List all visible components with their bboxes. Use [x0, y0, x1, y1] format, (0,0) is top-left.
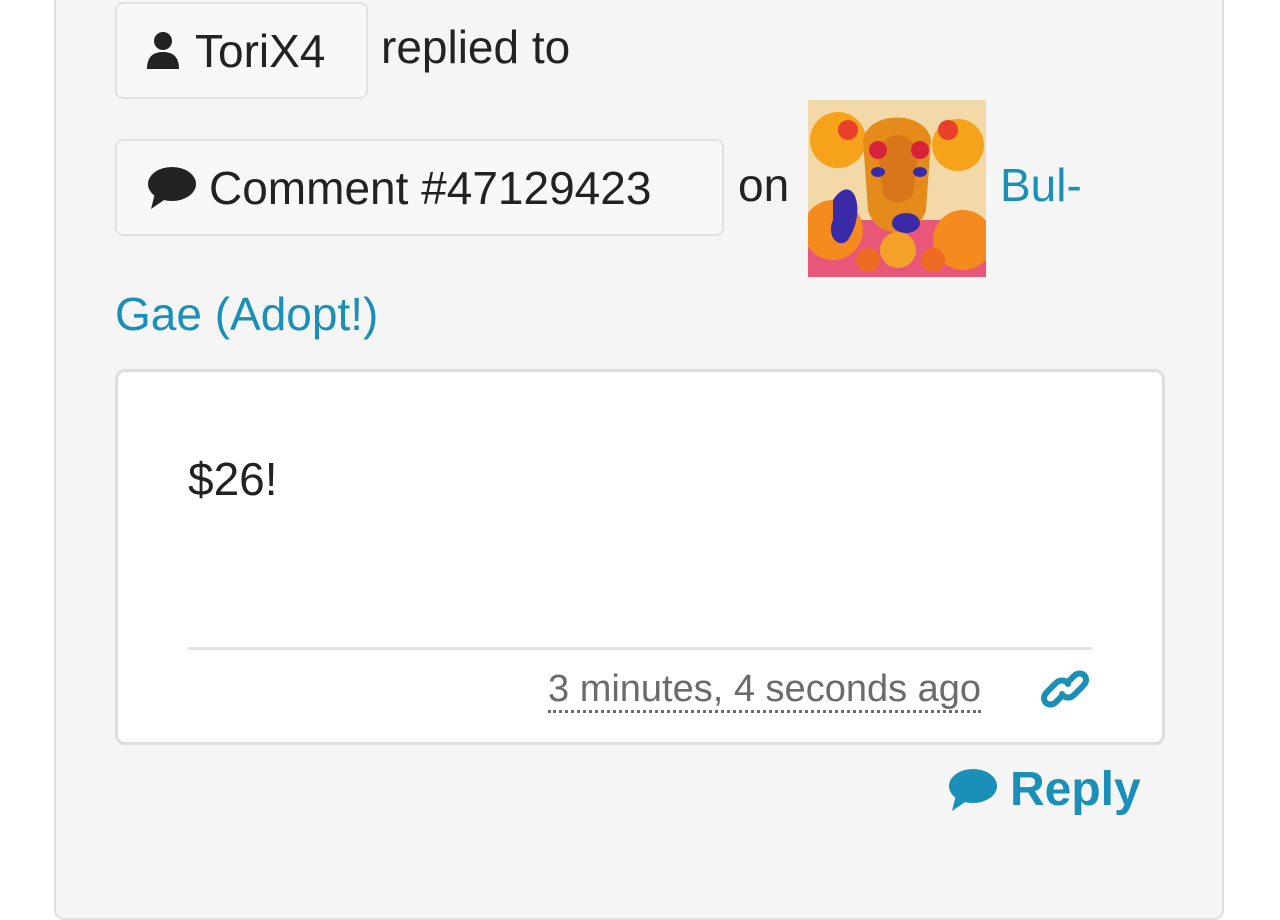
- submission-thumbnail[interactable]: [808, 100, 986, 277]
- comment-timestamp[interactable]: 3 minutes, 4 seconds ago: [548, 668, 982, 713]
- comment-divider: [188, 647, 1092, 650]
- on-text: on: [738, 159, 790, 211]
- submission-title-link-continued[interactable]: Gae (Adopt!): [115, 287, 378, 341]
- submission-artwork: [808, 100, 986, 277]
- replied-to-text: replied to: [381, 21, 571, 73]
- submission-title-link[interactable]: Bul-: [1000, 158, 1082, 212]
- comment-label: Comment #47129423: [209, 161, 652, 214]
- comment-icon: [148, 166, 196, 209]
- user-icon: [147, 31, 179, 69]
- comment-link[interactable]: Comment #47129423: [115, 139, 724, 236]
- reply-comment-icon: [949, 768, 997, 811]
- permalink-button[interactable]: [1040, 668, 1090, 710]
- user-link[interactable]: ToriX4: [115, 2, 368, 99]
- reply-button[interactable]: Reply: [946, 762, 1141, 817]
- link-icon: [1040, 670, 1090, 708]
- user-name: ToriX4: [195, 24, 326, 77]
- reply-label: Reply: [1010, 763, 1141, 816]
- comment-text: $26!: [188, 453, 278, 505]
